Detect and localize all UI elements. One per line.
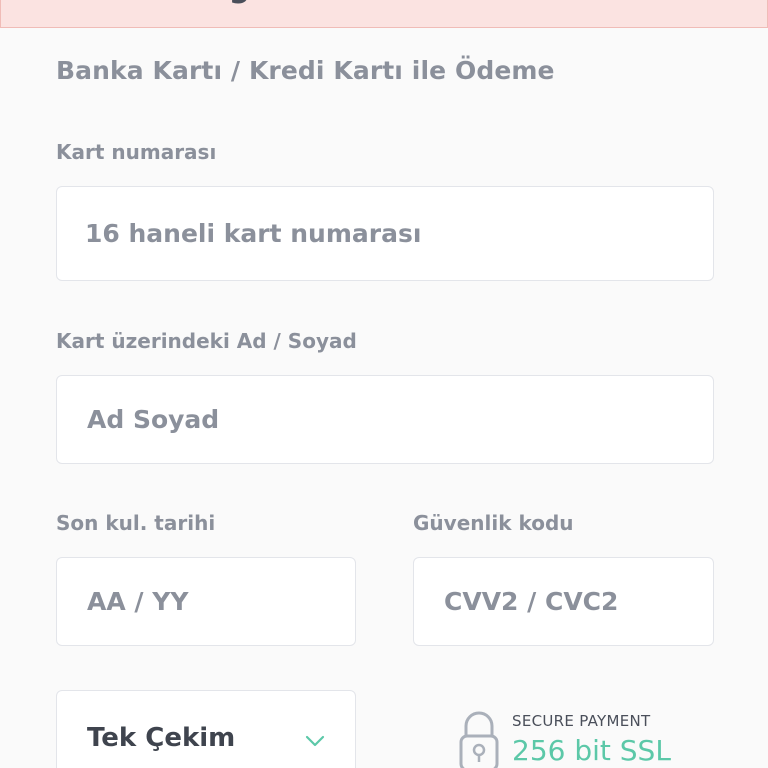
expiry-label: Son kul. tarihi xyxy=(56,511,216,535)
installment-select[interactable]: Tek Çekim xyxy=(56,690,356,768)
chevron-down-icon xyxy=(305,735,325,747)
card-number-label: Kart numarası xyxy=(56,140,217,164)
card-holder-label: Kart üzerindeki Ad / Soyad xyxy=(56,329,357,353)
payment-page: Ödeme Bilgileri Banka Kartı / Kredi Kart… xyxy=(0,0,768,768)
lock-icon xyxy=(459,711,499,768)
security-code-field-box[interactable] xyxy=(413,557,714,646)
security-code-label: Güvenlik kodu xyxy=(413,511,574,535)
card-number-input[interactable] xyxy=(57,187,713,280)
expiry-input[interactable] xyxy=(57,558,355,645)
security-code-input[interactable] xyxy=(414,558,713,645)
expiry-field-box[interactable] xyxy=(56,557,356,646)
installment-selected-value: Tek Çekim xyxy=(87,723,236,753)
page-title: Ödeme Bilgileri xyxy=(56,0,316,30)
card-holder-input[interactable] xyxy=(57,376,713,463)
secure-payment-title: SECURE PAYMENT xyxy=(512,712,651,730)
secure-payment-ssl: 256 bit SSL xyxy=(512,734,671,767)
section-title: Banka Kartı / Kredi Kartı ile Ödeme xyxy=(56,56,555,85)
secure-payment-badge: SECURE PAYMENT 256 bit SSL xyxy=(458,708,718,768)
card-holder-field-box[interactable] xyxy=(56,375,714,464)
card-number-field-box[interactable] xyxy=(56,186,714,281)
